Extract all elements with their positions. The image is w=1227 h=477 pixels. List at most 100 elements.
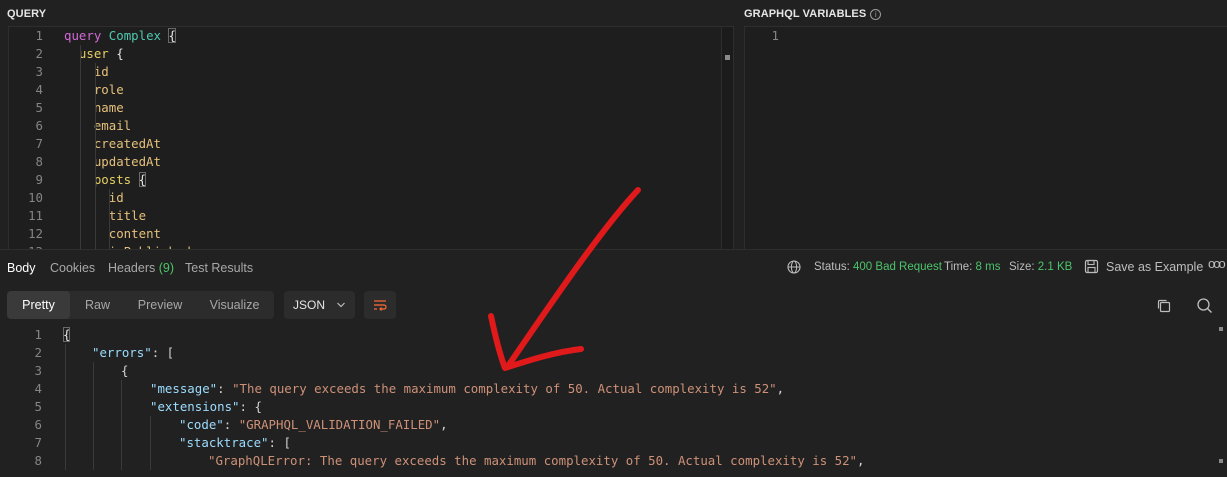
tab-cookies[interactable]: Cookies [50, 261, 95, 275]
view-visualize-button[interactable]: Visualize [195, 291, 274, 319]
code-text: "code": "GRAPHQL_VALIDATION_FAILED", [179, 416, 448, 434]
code-token: : [ [268, 435, 291, 450]
code-line: 9 posts { [9, 171, 733, 189]
code-line: 1 [745, 27, 1227, 45]
variables-pane-header: GRAPHQL VARIABLES i [744, 8, 882, 20]
response-tabs-bar: Body Cookies Headers (9) Test Results St… [0, 249, 1227, 287]
code-line: 11 title [9, 207, 733, 225]
code-token: createdAt [93, 136, 161, 151]
tab-headers[interactable]: Headers (9) [108, 261, 174, 275]
wrap-lines-button[interactable] [364, 291, 396, 319]
response-body-viewer[interactable]: 1{2 "errors": [3{4 "message": "The query e… [0, 325, 1227, 477]
code-token: "GRAPHQL_VALIDATION_FAILED" [238, 417, 441, 432]
size-label: Size: [1009, 261, 1035, 273]
code-line: 6 "code": "GRAPHQL_VALIDATION_FAILED", [0, 416, 1227, 434]
query-editor[interactable]: 1 query Complex {2 user {3 id 4 role 5 name… [8, 26, 734, 249]
code-token: { [121, 363, 129, 378]
response-toolbar: Pretty Raw Preview Visualize JSON [0, 285, 1227, 325]
code-text: user { [64, 45, 124, 63]
code-token: "extensions" [150, 399, 240, 414]
code-token: id [108, 190, 124, 205]
code-text: title [64, 207, 146, 225]
info-icon[interactable]: i [870, 8, 882, 20]
code-text: "errors": [ [92, 344, 174, 362]
tab-body[interactable]: Body [7, 261, 36, 287]
save-as-example-label: Save as Example [1106, 259, 1204, 274]
code-token: : [223, 417, 239, 432]
line-number: 5 [35, 100, 43, 115]
code-token: { [63, 327, 71, 342]
indent-guide [93, 362, 94, 470]
code-token: : [217, 381, 233, 396]
code-line: 5 name [9, 99, 733, 117]
view-pretty-button[interactable]: Pretty [7, 291, 70, 319]
code-text: { [63, 326, 71, 344]
view-preview-button[interactable]: Preview [125, 291, 195, 319]
chevron-down-icon [336, 291, 346, 329]
view-raw-button[interactable]: Raw [70, 291, 125, 319]
code-text: { [121, 362, 128, 380]
code-line: 12 content [9, 225, 733, 243]
format-select[interactable]: JSON [284, 291, 355, 319]
code-token: user [78, 46, 109, 61]
code-token: , [776, 381, 785, 396]
line-number: 3 [35, 64, 43, 79]
code-token: Complex [108, 28, 161, 43]
more-options-icon[interactable]: ooo [1208, 256, 1226, 271]
code-text: "extensions": { [150, 398, 262, 416]
line-number: 4 [35, 82, 43, 97]
code-line: 1 query Complex { [9, 27, 733, 45]
line-number: 5 [34, 399, 42, 414]
request-editors: QUERY GRAPHQL VARIABLES i 1 query Complex… [0, 0, 1227, 249]
variables-editor[interactable]: 1 [744, 26, 1227, 249]
code-token: , [440, 417, 448, 432]
code-line: 2 "errors": [ [0, 344, 1227, 362]
line-number: 10 [28, 190, 43, 205]
code-token: , [857, 453, 865, 468]
code-text: "message": "The query exceeds the maximu… [150, 380, 784, 398]
format-value: JSON [293, 298, 326, 312]
code-token: updatedAt [93, 154, 161, 169]
code-token: content [108, 226, 161, 241]
save-as-example-button[interactable]: Save as Example [1084, 259, 1203, 274]
code-text: email [64, 117, 131, 135]
code-token: name [93, 100, 124, 115]
code-line: 8 updatedAt [9, 153, 733, 171]
code-token: "code" [179, 417, 224, 432]
code-text: "stacktrace": [ [179, 434, 291, 452]
indent-guide [95, 63, 96, 249]
status-info: Status: 400 Bad Request [814, 261, 942, 273]
headers-count: (9) [158, 261, 175, 275]
indent-guide [109, 189, 110, 249]
code-text: name [64, 99, 124, 117]
copy-icon[interactable] [1156, 298, 1172, 319]
search-icon[interactable] [1196, 297, 1213, 319]
tab-headers-label: Headers [108, 261, 156, 275]
code-line: 3{ [0, 362, 1227, 380]
globe-icon[interactable] [787, 260, 801, 274]
code-line: 5 "extensions": { [0, 398, 1227, 416]
tab-test-results[interactable]: Test Results [185, 261, 253, 275]
size-info: Size: 2.1 KB [1009, 261, 1072, 273]
line-number: 9 [35, 172, 43, 187]
code-token: "stacktrace" [179, 435, 269, 450]
time-value: 8 ms [975, 261, 1001, 273]
code-text: content [64, 225, 161, 243]
code-token: email [93, 118, 132, 133]
indent-guide [65, 344, 66, 470]
code-token: "The query exceeds the maximum complexit… [232, 381, 777, 396]
code-token: "errors" [92, 345, 152, 360]
code-line: 4 "message": "The query exceeds the maxim… [0, 380, 1227, 398]
indent-guide [121, 380, 122, 470]
view-mode-switcher: Pretty Raw Preview Visualize [7, 291, 274, 319]
wrap-lines-icon [372, 297, 388, 318]
status-value: 400 Bad Request [853, 261, 942, 273]
code-token: : { [239, 399, 262, 414]
